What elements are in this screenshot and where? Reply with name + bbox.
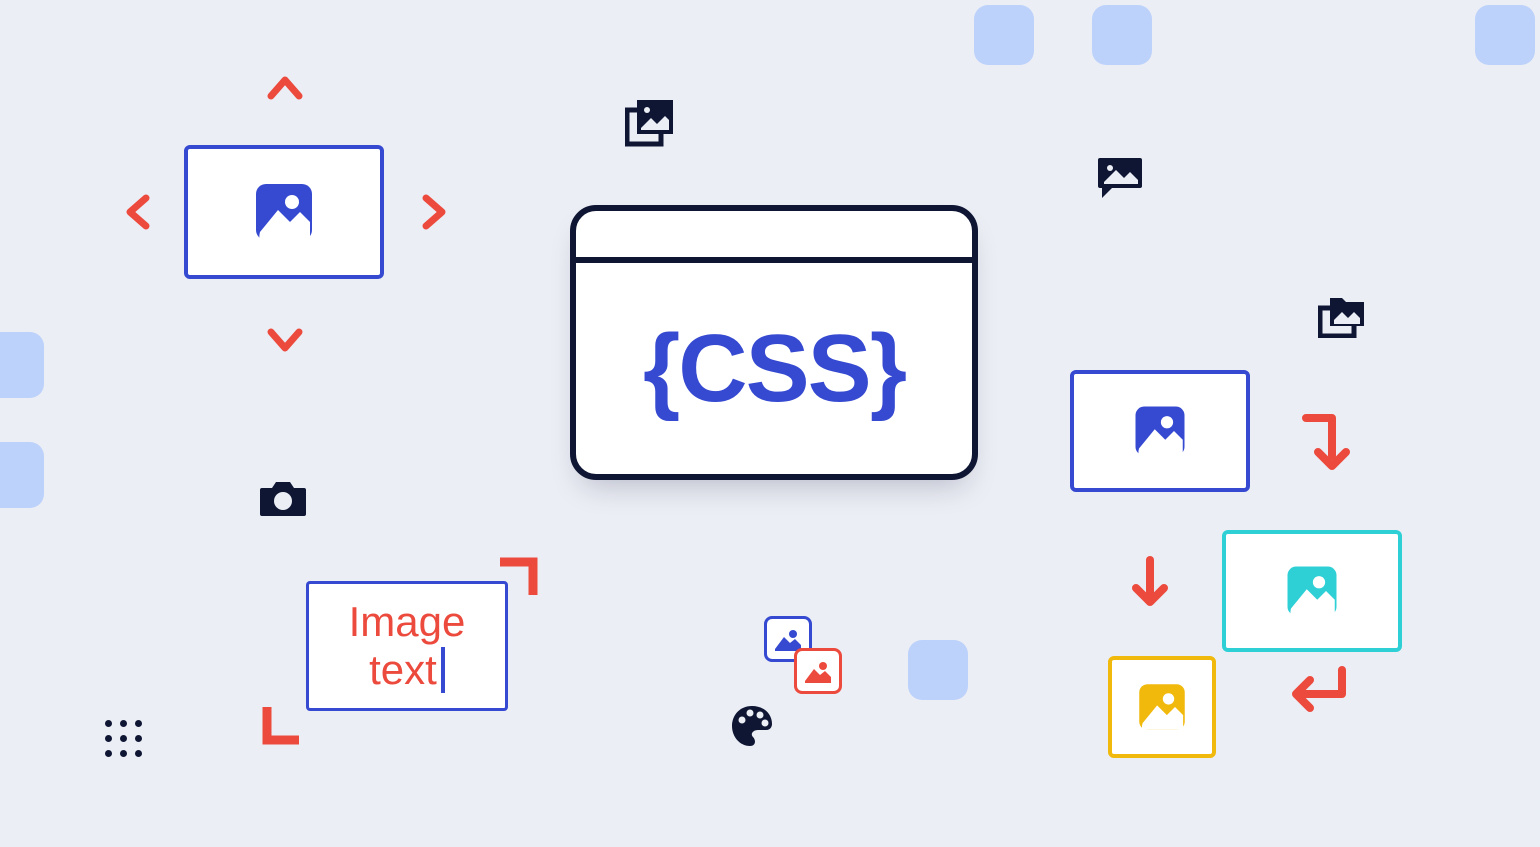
- decorative-square: [1475, 5, 1535, 65]
- chevron-down-icon: [265, 318, 305, 358]
- image-icon: [1284, 563, 1340, 619]
- decorative-square: [974, 5, 1034, 65]
- arrow-turn-down-right-icon: [1300, 412, 1356, 479]
- chevron-up-icon: [265, 68, 305, 108]
- image-card-main: [184, 145, 384, 279]
- crop-corner-bl-icon: [262, 703, 304, 745]
- chevron-right-icon: [414, 192, 454, 232]
- window-titlebar: [576, 211, 972, 263]
- decorative-square: [0, 332, 44, 398]
- image-card-right-1: [1070, 370, 1250, 492]
- image-icon: [1136, 681, 1188, 733]
- chat-image-icon: [1096, 156, 1144, 205]
- decorative-square: [908, 640, 968, 700]
- arrow-return-left-icon: [1286, 664, 1350, 725]
- dots-grid-icon: [105, 720, 142, 757]
- mini-image-card-red: [794, 648, 842, 694]
- image-text-line1: Image: [349, 598, 466, 646]
- image-pair-group: [764, 616, 844, 696]
- image-text-line2: text: [369, 646, 437, 694]
- arrow-down-icon: [1130, 554, 1170, 615]
- image-text-group: Image text: [262, 557, 544, 747]
- folder-stack-icon: [1318, 296, 1368, 343]
- palette-icon: [728, 702, 776, 755]
- image-card-right-3: [1108, 656, 1216, 758]
- camera-icon: [258, 478, 308, 525]
- image-icon: [1132, 403, 1188, 459]
- image-text-box: Image text: [306, 581, 508, 711]
- chevron-left-icon: [118, 192, 158, 232]
- image-card-right-2: [1222, 530, 1402, 652]
- stacked-pictures-icon: [625, 96, 677, 153]
- image-icon: [252, 180, 316, 244]
- text-cursor-icon: [441, 647, 445, 693]
- css-label: {CSS}: [643, 314, 905, 424]
- decorative-square: [0, 442, 44, 508]
- decorative-square: [1092, 5, 1152, 65]
- css-window-card: {CSS}: [570, 205, 978, 480]
